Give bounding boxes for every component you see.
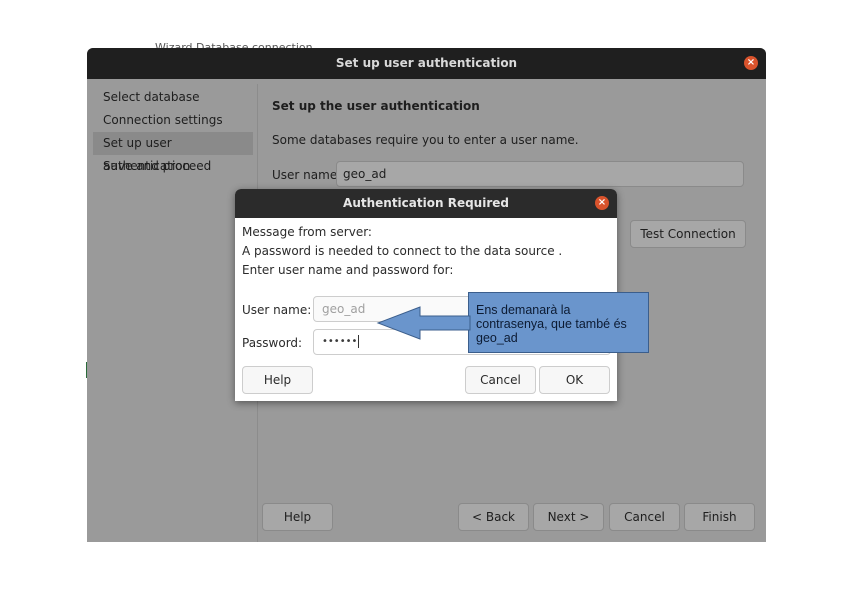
annotation-callout: Ens demanarà la contrasenya, que també é… [468,292,649,353]
panel-description: Some databases require you to enter a us… [272,133,579,147]
auth-ok-button[interactable]: OK [539,366,610,394]
annotation-arrow-icon [376,306,471,340]
user-name-label: User name [272,168,338,182]
text-caret [358,334,360,348]
server-message-line: A password is needed to connect to the d… [242,244,563,258]
panel-heading: Set up the user authentication [272,99,480,113]
finish-button[interactable]: Finish [684,503,755,531]
step-connection-settings[interactable]: Connection settings [93,109,253,132]
auth-cancel-button[interactable]: Cancel [465,366,536,394]
auth-password-label: Password: [242,336,303,350]
next-button[interactable]: Next > [533,503,604,531]
auth-help-button[interactable]: Help [242,366,313,394]
server-message-line: Enter user name and password for: [242,263,454,277]
wizard-cancel-button[interactable]: Cancel [609,503,680,531]
wizard-titlebar: Set up user authentication × [87,48,766,79]
step-save-and-proceed[interactable]: Save and proceed [93,155,253,178]
auth-title: Authentication Required [343,196,509,210]
step-user-authentication[interactable]: Set up user authentication [93,132,253,173]
back-button[interactable]: < Back [458,503,529,531]
server-message-line: Message from server: [242,225,372,239]
auth-username-label: User name: [242,303,312,317]
wizard-close-icon[interactable]: × [744,56,758,70]
annotation-text: Ens demanarà la contrasenya, que també é… [476,303,627,345]
wizard-title: Set up user authentication [335,56,518,70]
password-mask: •••••• [322,336,358,347]
wizard-help-button[interactable]: Help [262,503,333,531]
test-connection-button[interactable]: Test Connection [630,220,746,248]
user-name-input[interactable]: geo_ad [336,161,744,187]
wizard-steps-list: Select database Connection settings Set … [93,86,253,178]
auth-titlebar: Authentication Required × [235,189,617,218]
auth-close-icon[interactable]: × [595,196,609,210]
step-select-database[interactable]: Select database [93,86,253,109]
